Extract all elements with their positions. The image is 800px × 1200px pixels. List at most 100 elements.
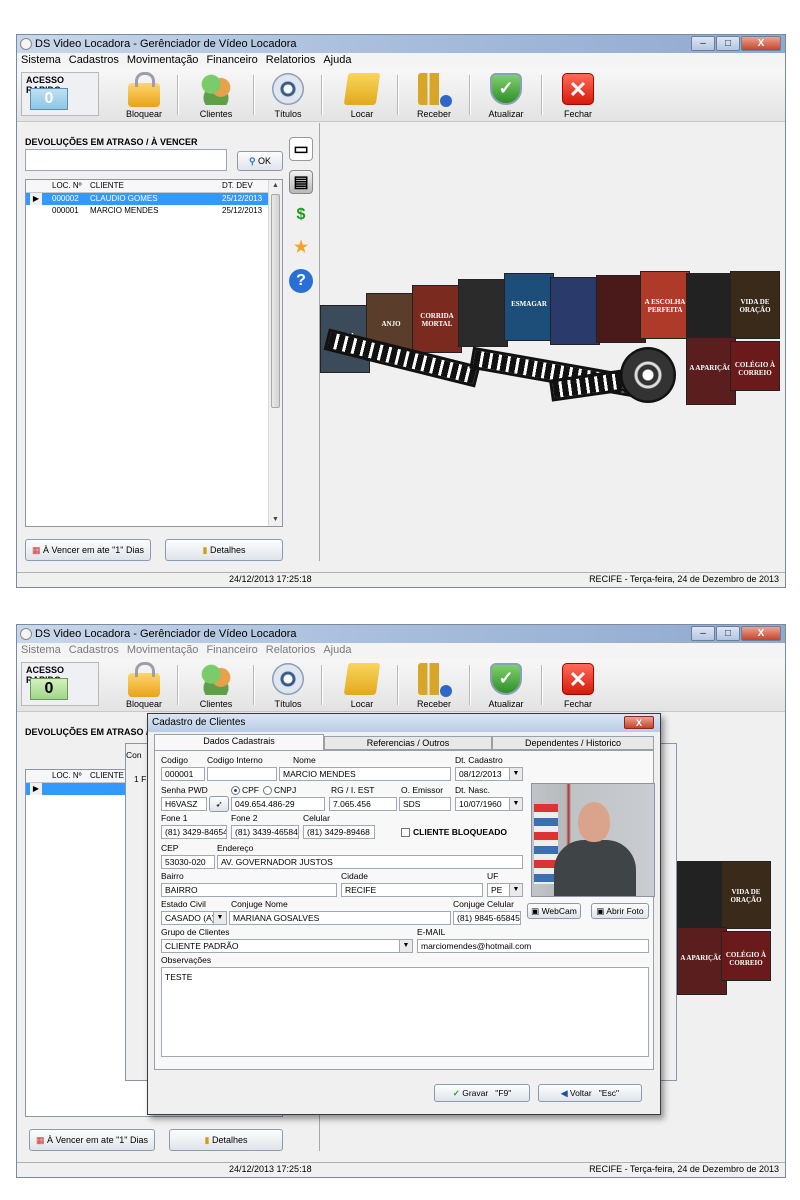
- chevron-down-icon[interactable]: ▼: [509, 798, 522, 810]
- clientes-button[interactable]: Clientes: [187, 661, 245, 709]
- receber-button[interactable]: Receber: [405, 661, 463, 709]
- locar-button[interactable]: Locar: [333, 71, 391, 119]
- vencer-button[interactable]: ▦ À Vencer em ate "1" Dias: [25, 539, 151, 561]
- dt-nasc-field[interactable]: 10/07/1960 ▼: [455, 797, 523, 811]
- titulos-button[interactable]: Títulos: [259, 71, 317, 119]
- observacoes-textarea[interactable]: TESTE: [161, 967, 649, 1057]
- locar-button[interactable]: Locar: [333, 661, 391, 709]
- app-icon: [20, 38, 32, 50]
- rg-field[interactable]: 7.065.456: [329, 797, 397, 811]
- nome-field[interactable]: MARCIO MENDES: [279, 767, 451, 781]
- bairro-field[interactable]: BAIRRO: [161, 883, 337, 897]
- endereco-field[interactable]: AV. GOVERNADOR JUSTOS: [217, 855, 523, 869]
- cnpj-radio[interactable]: [263, 786, 272, 795]
- note-icon[interactable]: ▭: [289, 137, 313, 161]
- atualizar-button[interactable]: ✓ Atualizar: [477, 71, 535, 119]
- dt-cadastro-field[interactable]: 08/12/2013 ▼: [455, 767, 523, 781]
- chevron-down-icon[interactable]: ▼: [213, 912, 226, 924]
- estado-civil-select[interactable]: CASADO (A) ▼: [161, 911, 227, 925]
- grupo-select[interactable]: CLIENTE PADRÃO ▼: [161, 939, 413, 953]
- cpf-radio[interactable]: [231, 786, 240, 795]
- chevron-down-icon[interactable]: ▼: [509, 768, 522, 780]
- chevron-down-icon[interactable]: ▼: [509, 884, 522, 896]
- senha-field[interactable]: H6VASZ: [161, 797, 207, 811]
- fechar-button[interactable]: ✕ Fechar: [549, 71, 607, 119]
- uf-select[interactable]: PE ▼: [487, 883, 523, 897]
- bloqueado-checkbox[interactable]: [401, 828, 410, 837]
- main-window-screenshot-1: DS Video Locadora - Gerênciador de Vídeo…: [16, 34, 786, 588]
- maximize-button[interactable]: □: [716, 626, 740, 641]
- emissor-field[interactable]: SDS: [399, 797, 451, 811]
- grid-scrollbar[interactable]: ▲ ▼: [268, 180, 282, 526]
- codigo-field[interactable]: 000001: [161, 767, 205, 781]
- box-icon[interactable]: ▤: [289, 170, 313, 194]
- receber-button[interactable]: Receber: [405, 71, 463, 119]
- scroll-thumb[interactable]: [271, 194, 280, 408]
- minimize-button[interactable]: –: [691, 36, 715, 51]
- maximize-button[interactable]: □: [716, 36, 740, 51]
- chart-icon: ▮: [204, 1135, 212, 1145]
- fechar-button[interactable]: ✕ Fechar: [549, 661, 607, 709]
- detalhes-button[interactable]: ▮ Detalhes: [169, 1129, 283, 1151]
- menu-cadastros[interactable]: Cadastros: [65, 53, 123, 69]
- search-input[interactable]: [25, 149, 227, 171]
- bloquear-button[interactable]: Bloquear: [115, 661, 173, 709]
- star-icon[interactable]: ★: [289, 236, 313, 260]
- scroll-down-icon[interactable]: ▼: [269, 514, 282, 526]
- key-icon[interactable]: ➶: [209, 796, 229, 812]
- codigo-interno-field[interactable]: [207, 767, 277, 781]
- col-dt-dev[interactable]: DT. DEV: [222, 180, 253, 192]
- atualizar-button[interactable]: ✓ Atualizar: [477, 661, 535, 709]
- dollar-icon[interactable]: $: [289, 203, 313, 227]
- close-window-button[interactable]: X: [741, 626, 781, 641]
- menu-ajuda[interactable]: Ajuda: [319, 53, 355, 69]
- acesso-rapido-count: 0: [30, 88, 68, 110]
- celular-field[interactable]: (81) 3429-89468: [303, 825, 375, 839]
- email-field[interactable]: marciomendes@hotmail.com: [417, 939, 649, 953]
- tab-referencias[interactable]: Referencias / Outros: [324, 736, 492, 750]
- menu-sistema[interactable]: Sistema: [17, 53, 65, 69]
- table-row[interactable]: ▶ 000002 CLAUDIO GOMES 25/12/2013: [26, 193, 268, 205]
- tab-dados-cadastrais[interactable]: Dados Cadastrais: [154, 734, 324, 750]
- vencer-button[interactable]: ▦ À Vencer em ate "1" Dias: [29, 1129, 155, 1151]
- cep-field[interactable]: 53030-020: [161, 855, 215, 869]
- menu-financeiro[interactable]: Financeiro: [202, 53, 261, 69]
- gravar-button[interactable]: ✓ Gravar "F9": [434, 1084, 530, 1102]
- dialog-close-button[interactable]: X: [624, 716, 654, 729]
- minimize-button[interactable]: –: [691, 626, 715, 641]
- menu-cadastros[interactable]: Cadastros: [65, 643, 123, 659]
- menu-ajuda[interactable]: Ajuda: [319, 643, 355, 659]
- tab-dependentes[interactable]: Dependentes / Historico: [492, 736, 654, 750]
- menu-movimentacao[interactable]: Movimentação: [123, 53, 203, 69]
- menu-relatorios[interactable]: Relatorios: [262, 53, 320, 69]
- menu-sistema[interactable]: Sistema: [17, 643, 65, 659]
- voltar-button[interactable]: ◀ Voltar "Esc": [538, 1084, 642, 1102]
- search-ok-button[interactable]: ⚲ OK: [237, 151, 283, 171]
- help-icon[interactable]: ?: [289, 269, 313, 293]
- menu-movimentacao[interactable]: Movimentação: [123, 643, 203, 659]
- col-cliente[interactable]: CLIENTE: [90, 770, 124, 782]
- fone2-field[interactable]: (81) 3439-46584: [231, 825, 299, 839]
- scroll-up-icon[interactable]: ▲: [269, 180, 282, 192]
- col-loc[interactable]: LOC. Nº: [52, 180, 82, 192]
- cpf-field[interactable]: 049.654.486-29: [231, 797, 325, 811]
- menu-relatorios[interactable]: Relatorios: [262, 643, 320, 659]
- bloquear-button[interactable]: Bloquear: [115, 71, 173, 119]
- titulos-button[interactable]: Títulos: [259, 661, 317, 709]
- close-window-button[interactable]: X: [741, 36, 781, 51]
- menu-financeiro[interactable]: Financeiro: [202, 643, 261, 659]
- table-row[interactable]: 000001 MARCIO MENDES 25/12/2013: [26, 205, 268, 217]
- bg-row-label: 1 F: [134, 774, 147, 784]
- detalhes-button[interactable]: ▮ Detalhes: [165, 539, 283, 561]
- clientes-button[interactable]: Clientes: [187, 71, 245, 119]
- webcam-button[interactable]: ▣ WebCam: [527, 903, 581, 919]
- col-cliente[interactable]: CLIENTE: [90, 180, 124, 192]
- conjuge-field[interactable]: MARIANA GOSALVES: [229, 911, 451, 925]
- col-loc[interactable]: LOC. Nº: [52, 770, 82, 782]
- abrir-foto-button[interactable]: ▣ Abrir Foto: [591, 903, 649, 919]
- cidade-field[interactable]: RECIFE: [341, 883, 483, 897]
- fone1-field[interactable]: (81) 3429-84654: [161, 825, 227, 839]
- chevron-down-icon[interactable]: ▼: [399, 940, 412, 952]
- devolucoes-grid: LOC. Nº CLIENTE DT. DEV ▶ 000002 CLAUDIO…: [25, 179, 283, 527]
- conjuge-celular-field[interactable]: (81) 9845-65845: [453, 911, 521, 925]
